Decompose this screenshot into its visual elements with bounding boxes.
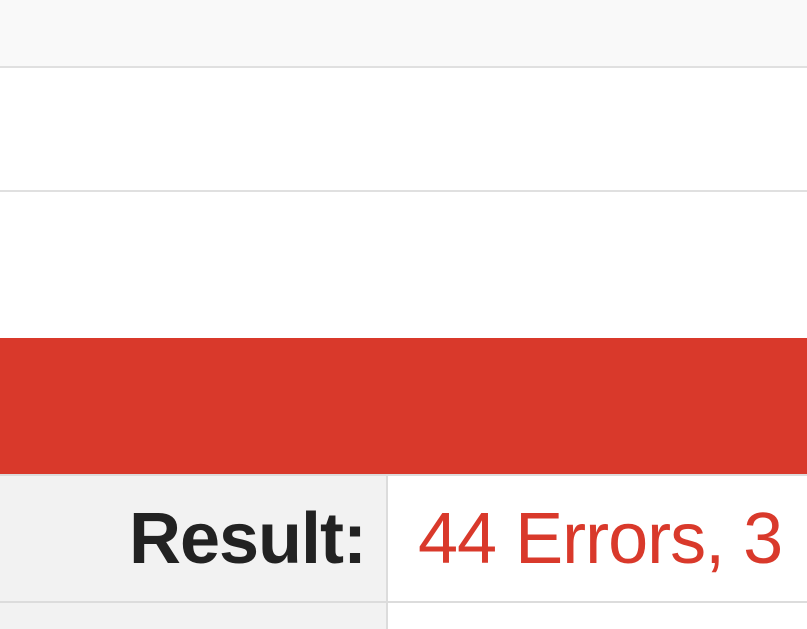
top-header-area: [0, 0, 807, 68]
result-value: 44 Errors, 3: [418, 498, 782, 580]
bottom-left-cell: [0, 603, 388, 629]
error-status-bar: [0, 338, 807, 474]
result-value-cell: 44 Errors, 3: [388, 476, 807, 601]
result-row: Result: 44 Errors, 3: [0, 474, 807, 603]
bottom-right-cell: [388, 603, 807, 629]
blank-panel-2: [0, 192, 807, 338]
bottom-row: [0, 603, 807, 629]
result-label-cell: Result:: [0, 476, 388, 601]
blank-panel-1: [0, 68, 807, 192]
result-label: Result:: [129, 498, 366, 580]
